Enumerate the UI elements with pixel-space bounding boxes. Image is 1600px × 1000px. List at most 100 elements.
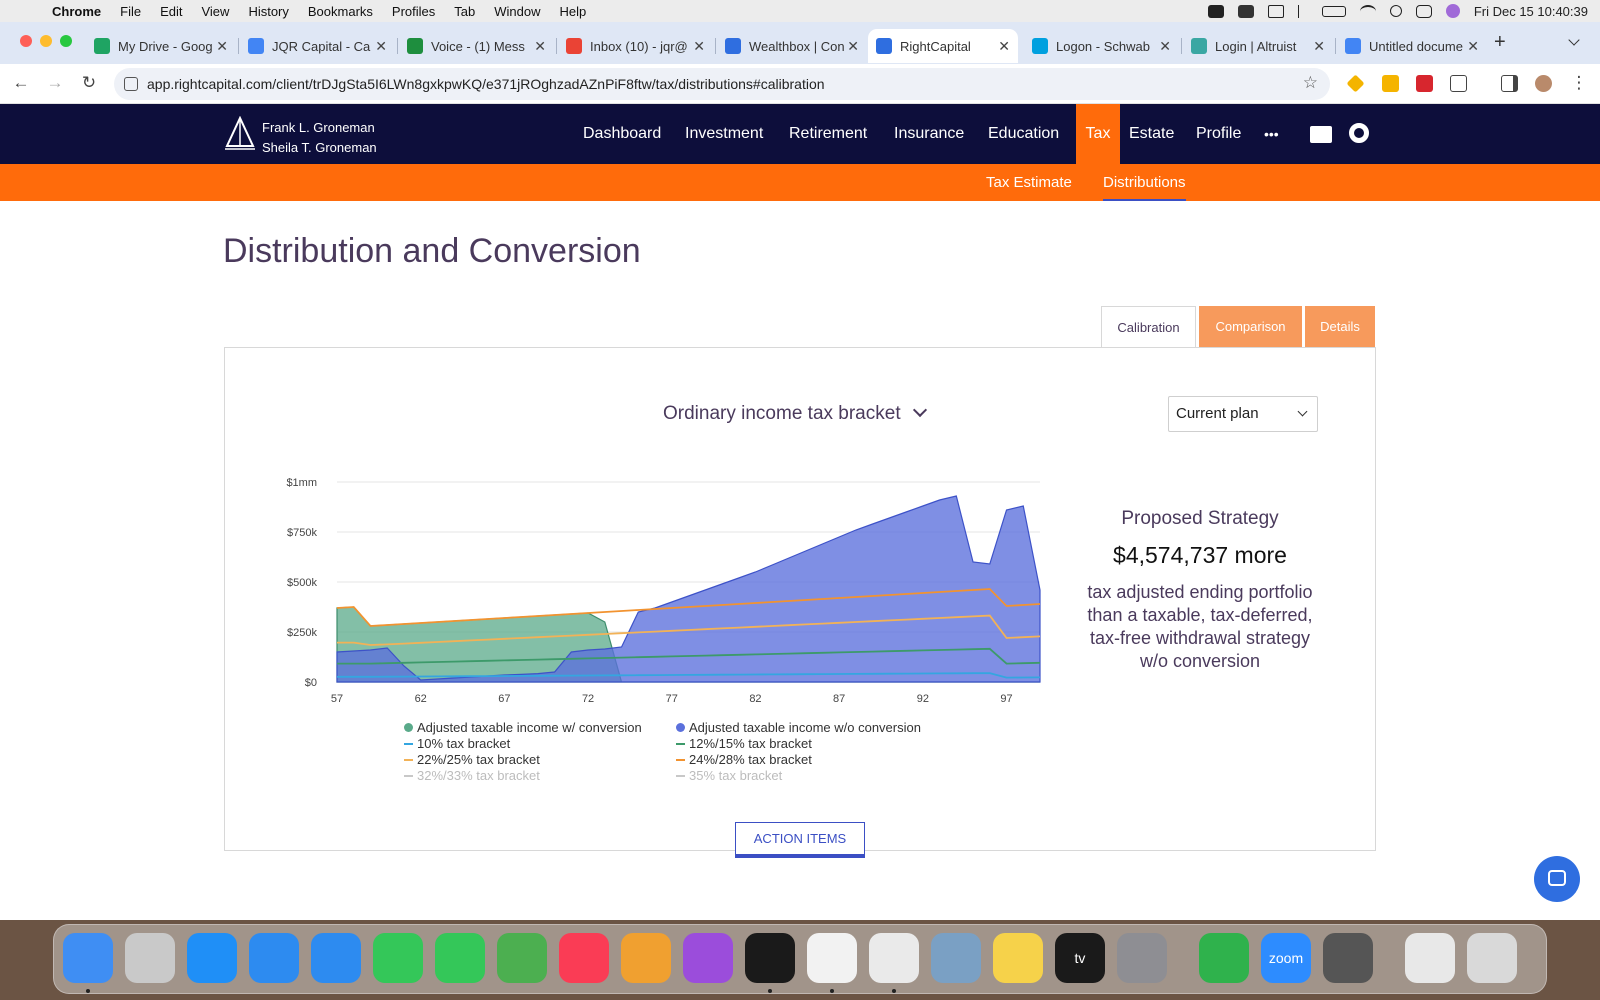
site-settings-icon[interactable] bbox=[124, 77, 138, 91]
calculator-icon[interactable] bbox=[1323, 933, 1373, 983]
menu-bookmarks[interactable]: Bookmarks bbox=[308, 4, 373, 19]
keyboard-icon[interactable] bbox=[1267, 4, 1284, 18]
tab-wealthbox[interactable]: Wealthbox | Con ✕ bbox=[717, 29, 867, 63]
trash-icon[interactable] bbox=[1467, 933, 1517, 983]
zoom-icon[interactable]: zoom bbox=[1261, 933, 1311, 983]
close-tab-icon[interactable]: ✕ bbox=[693, 38, 705, 55]
gear-icon[interactable] bbox=[1349, 123, 1369, 143]
side-panel-icon[interactable] bbox=[1501, 75, 1518, 92]
nav-insurance[interactable]: Insurance bbox=[894, 104, 964, 164]
tab-rightcapital[interactable]: RightCapital ✕ bbox=[868, 29, 1018, 63]
back-arrow-icon[interactable]: ← bbox=[11, 73, 31, 93]
action-items-button[interactable]: ACTION ITEMS bbox=[735, 822, 865, 858]
settings-icon[interactable] bbox=[1117, 933, 1167, 983]
close-tab-icon[interactable]: ✕ bbox=[375, 38, 387, 55]
tab-my-drive[interactable]: My Drive - Goog ✕ bbox=[86, 29, 236, 63]
menu-file[interactable]: File bbox=[120, 4, 141, 19]
menu-history[interactable]: History bbox=[248, 4, 288, 19]
siri-icon[interactable] bbox=[1445, 4, 1460, 18]
mail-icon[interactable] bbox=[249, 933, 299, 983]
tab-search-chevron-icon[interactable] bbox=[1568, 34, 1580, 46]
forward-arrow-icon[interactable]: → bbox=[45, 73, 65, 93]
finder-icon[interactable] bbox=[63, 933, 113, 983]
photos-icon[interactable] bbox=[621, 933, 671, 983]
music-icon[interactable] bbox=[559, 933, 609, 983]
notes-icon[interactable] bbox=[993, 933, 1043, 983]
numbers-icon[interactable] bbox=[1199, 933, 1249, 983]
nav-estate[interactable]: Estate bbox=[1129, 104, 1174, 164]
news-icon[interactable] bbox=[807, 933, 857, 983]
stocks-icon[interactable] bbox=[745, 933, 795, 983]
subnav-tax-estimate[interactable]: Tax Estimate bbox=[986, 164, 1072, 201]
legend-12-15-bracket[interactable]: 12%/15% tax bracket bbox=[676, 736, 812, 751]
subnav-distributions[interactable]: Distributions bbox=[1103, 164, 1186, 201]
plan-select[interactable]: Current plan bbox=[1168, 396, 1318, 432]
spotlight-search-icon[interactable] bbox=[1389, 5, 1402, 17]
chat-launcher-button[interactable] bbox=[1534, 856, 1580, 902]
tab-altruist-login[interactable]: Login | Altruist ✕ bbox=[1183, 29, 1333, 63]
legend-22-25-bracket[interactable]: 22%/25% tax bracket bbox=[404, 752, 540, 767]
tab-untitled-document[interactable]: Untitled docume ✕ bbox=[1337, 29, 1487, 63]
menubar-clock[interactable]: Fri Dec 15 10:40:39 bbox=[1474, 4, 1588, 19]
minimize-window-button[interactable] bbox=[40, 35, 52, 47]
bluetooth-icon[interactable] bbox=[1297, 4, 1308, 18]
close-tab-icon[interactable]: ✕ bbox=[1467, 38, 1479, 55]
close-tab-icon[interactable]: ✕ bbox=[847, 38, 859, 55]
safari-icon[interactable] bbox=[311, 933, 361, 983]
new-tab-icon[interactable]: + bbox=[1494, 31, 1506, 54]
facetime-icon[interactable] bbox=[373, 933, 423, 983]
url-field[interactable]: app.rightcapital.com/client/trDJgSta5I6L… bbox=[114, 68, 1330, 100]
close-window-button[interactable] bbox=[20, 35, 32, 47]
extensions-puzzle-icon[interactable] bbox=[1450, 75, 1467, 92]
control-center-icon[interactable] bbox=[1415, 4, 1432, 18]
chrome-menu-icon[interactable]: ⋮ bbox=[1569, 73, 1589, 93]
menu-window[interactable]: Window bbox=[494, 4, 540, 19]
client-names[interactable]: Frank L. Groneman Sheila T. Groneman bbox=[262, 118, 377, 158]
tab-schwab-logon[interactable]: Logon - Schwab ✕ bbox=[1024, 29, 1179, 63]
keep-extension-icon[interactable] bbox=[1382, 75, 1399, 92]
shield-extension-icon[interactable] bbox=[1416, 75, 1433, 92]
menu-help[interactable]: Help bbox=[560, 4, 587, 19]
nav-dashboard[interactable]: Dashboard bbox=[583, 104, 661, 164]
close-tab-icon[interactable]: ✕ bbox=[998, 38, 1010, 55]
menu-profiles[interactable]: Profiles bbox=[392, 4, 435, 19]
preview-icon[interactable] bbox=[931, 933, 981, 983]
menu-app-name[interactable]: Chrome bbox=[52, 4, 101, 19]
nav-investment[interactable]: Investment bbox=[685, 104, 763, 164]
google-drive-extension-icon[interactable] bbox=[1346, 74, 1365, 93]
legend-35-bracket[interactable]: 35% tax bracket bbox=[676, 768, 782, 783]
menu-tab[interactable]: Tab bbox=[454, 4, 475, 19]
maps-icon[interactable] bbox=[497, 933, 547, 983]
maximize-window-button[interactable] bbox=[60, 35, 72, 47]
legend-24-28-bracket[interactable]: 24%/28% tax bracket bbox=[676, 752, 812, 767]
tab-jqr-capital[interactable]: JQR Capital - Ca ✕ bbox=[240, 29, 395, 63]
wifi-icon[interactable] bbox=[1359, 4, 1376, 18]
legend-without-conversion[interactable]: Adjusted taxable income w/o conversion bbox=[676, 720, 921, 735]
bookmark-star-icon[interactable]: ☆ bbox=[1303, 73, 1318, 93]
chrome-icon[interactable] bbox=[869, 933, 919, 983]
tab-google-voice[interactable]: Voice - (1) Mess ✕ bbox=[399, 29, 554, 63]
podcasts-icon[interactable] bbox=[683, 933, 733, 983]
legend-32-33-bracket[interactable]: 32%/33% tax bracket bbox=[404, 768, 540, 783]
close-tab-icon[interactable]: ✕ bbox=[534, 38, 546, 55]
jqr-capital-logo[interactable] bbox=[223, 116, 257, 154]
status-app-icon-2[interactable] bbox=[1237, 4, 1254, 18]
menu-view[interactable]: View bbox=[201, 4, 229, 19]
tab-details[interactable]: Details bbox=[1305, 306, 1375, 347]
tab-comparison[interactable]: Comparison bbox=[1199, 306, 1302, 347]
folder-icon[interactable] bbox=[1310, 126, 1332, 143]
status-app-icon[interactable] bbox=[1207, 4, 1224, 18]
tab-gmail-inbox[interactable]: Inbox (10) - jqr@ ✕ bbox=[558, 29, 713, 63]
legend-10-bracket[interactable]: 10% tax bracket bbox=[404, 736, 510, 751]
close-tab-icon[interactable]: ✕ bbox=[216, 38, 228, 55]
nav-profile[interactable]: Profile bbox=[1196, 104, 1241, 164]
launchpad-icon[interactable] bbox=[125, 933, 175, 983]
nav-retirement[interactable]: Retirement bbox=[789, 104, 867, 164]
messages-icon[interactable] bbox=[435, 933, 485, 983]
metric-dropdown[interactable]: Ordinary income tax bracket bbox=[663, 402, 927, 425]
tv-icon[interactable]: tv bbox=[1055, 933, 1105, 983]
close-tab-icon[interactable]: ✕ bbox=[1159, 38, 1171, 55]
reload-icon[interactable]: ↻ bbox=[79, 73, 99, 93]
legend-with-conversion[interactable]: Adjusted taxable income w/ conversion bbox=[404, 720, 642, 735]
nav-tax[interactable]: Tax bbox=[1076, 104, 1120, 164]
